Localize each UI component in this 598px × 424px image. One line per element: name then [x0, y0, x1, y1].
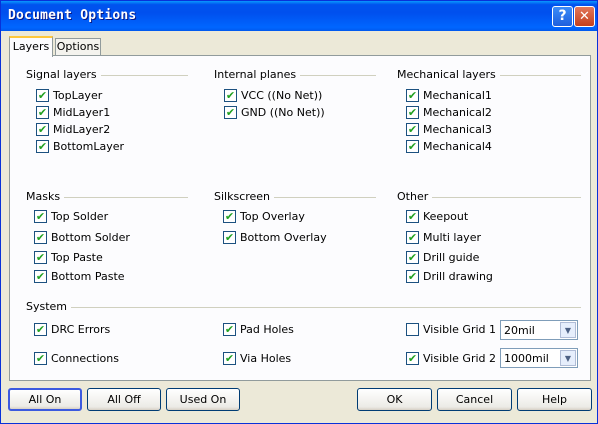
- document-options-dialog: Document Options ? ✕ Layers Options Sign…: [0, 0, 598, 424]
- checkbox-box[interactable]: ✔: [36, 140, 49, 153]
- checkbox-box[interactable]: ✔: [223, 352, 236, 365]
- checkbox-box[interactable]: ✔: [36, 106, 49, 119]
- internal-planes-title: Internal planes: [214, 68, 301, 81]
- checkbox-label: Mechanical3: [423, 123, 492, 136]
- checkbox-label: Mechanical4: [423, 140, 492, 153]
- checkbox-box[interactable]: ✔: [224, 89, 237, 102]
- checkbox-label: Bottom Solder: [51, 231, 130, 244]
- checkbox-label: Drill drawing: [423, 270, 493, 283]
- title-close-button[interactable]: ✕: [574, 6, 595, 27]
- checkbox-box[interactable]: [406, 323, 419, 336]
- checkbox-label: Mechanical2: [423, 106, 492, 119]
- checkbox-label: TopLayer: [53, 89, 103, 102]
- chevron-down-icon[interactable]: ▼: [560, 350, 576, 366]
- tab-layers[interactable]: Layers: [9, 36, 53, 57]
- all-off-button[interactable]: All Off: [87, 388, 161, 411]
- checkbox-box[interactable]: ✔: [224, 106, 237, 119]
- masks-title: Masks: [26, 190, 65, 203]
- checkbox-box[interactable]: ✔: [36, 123, 49, 136]
- checkbox-label: Keepout: [423, 210, 469, 223]
- checkbox-label: Mechanical1: [423, 89, 492, 102]
- system-rule: [26, 307, 581, 308]
- checkbox-label: GND ((No Net)): [241, 106, 325, 119]
- checkbox-box[interactable]: ✔: [406, 251, 419, 264]
- checkbox-box[interactable]: ✔: [406, 89, 419, 102]
- checkbox-box[interactable]: ✔: [406, 123, 419, 136]
- used-on-button[interactable]: Used On: [166, 388, 240, 411]
- checkbox-label: Visible Grid 2: [423, 352, 497, 365]
- checkbox-box[interactable]: ✔: [406, 210, 419, 223]
- checkbox-box[interactable]: ✔: [223, 323, 236, 336]
- checkbox-label: Top Solder: [51, 210, 109, 223]
- checkbox-label: Drill guide: [423, 251, 480, 264]
- checkbox-box[interactable]: ✔: [34, 352, 47, 365]
- signal-layers-title: Signal layers: [26, 68, 101, 81]
- checkbox-box[interactable]: ✔: [406, 106, 419, 119]
- select-value: 20mil: [504, 324, 535, 337]
- checkbox-label: Pad Holes: [240, 323, 294, 336]
- title-help-button[interactable]: ?: [552, 6, 573, 27]
- checkbox-label: MidLayer2: [53, 123, 111, 136]
- checkbox-label: Bottom Paste: [51, 270, 125, 283]
- system-title: System: [26, 300, 72, 313]
- checkbox-box[interactable]: ✔: [34, 323, 47, 336]
- checkbox-box[interactable]: ✔: [36, 89, 49, 102]
- visible-grid-1-select[interactable]: 20mil ▼: [500, 320, 578, 340]
- all-on-button[interactable]: All On: [8, 388, 82, 411]
- layers-panel: Signal layers ✔ TopLayer ✔ MidLayer1 ✔ MidL…: [9, 55, 591, 381]
- help-button[interactable]: Help: [517, 388, 592, 411]
- checkbox-label: Visible Grid 1: [423, 323, 497, 336]
- mechanical-layers-title: Mechanical layers: [397, 68, 500, 81]
- title-bar[interactable]: Document Options ? ✕: [1, 1, 597, 31]
- select-value: 1000mil: [504, 352, 549, 365]
- silkscreen-title: Silkscreen: [214, 190, 275, 203]
- checkbox-label: BottomLayer: [53, 140, 125, 153]
- ok-button[interactable]: OK: [357, 388, 432, 411]
- checkbox-label: DRC Errors: [51, 323, 111, 336]
- checkbox-box[interactable]: ✔: [34, 270, 47, 283]
- checkbox-label: Bottom Overlay: [240, 231, 327, 244]
- checkbox-box[interactable]: ✔: [406, 352, 419, 365]
- tab-options[interactable]: Options: [55, 38, 101, 55]
- checkbox-label: Via Holes: [240, 352, 292, 365]
- checkbox-box[interactable]: ✔: [406, 270, 419, 283]
- checkbox-box[interactable]: ✔: [406, 140, 419, 153]
- dialog-title: Document Options: [8, 8, 137, 23]
- other-title: Other: [397, 190, 433, 203]
- checkbox-label: VCC ((No Net)): [241, 89, 323, 102]
- checkbox-label: Connections: [51, 352, 119, 365]
- checkbox-label: Multi layer: [423, 231, 481, 244]
- cancel-button[interactable]: Cancel: [437, 388, 512, 411]
- chevron-down-icon[interactable]: ▼: [560, 322, 576, 338]
- checkbox-label: Top Overlay: [240, 210, 305, 223]
- checkbox-label: Top Paste: [51, 251, 103, 264]
- visible-grid-2-select[interactable]: 1000mil ▼: [500, 348, 578, 368]
- checkbox-box[interactable]: ✔: [34, 231, 47, 244]
- checkbox-box[interactable]: ✔: [406, 231, 419, 244]
- checkbox-box[interactable]: ✔: [223, 231, 236, 244]
- checkbox-label: MidLayer1: [53, 106, 111, 119]
- checkbox-box[interactable]: ✔: [223, 210, 236, 223]
- checkbox-box[interactable]: ✔: [34, 210, 47, 223]
- checkbox-box[interactable]: ✔: [34, 251, 47, 264]
